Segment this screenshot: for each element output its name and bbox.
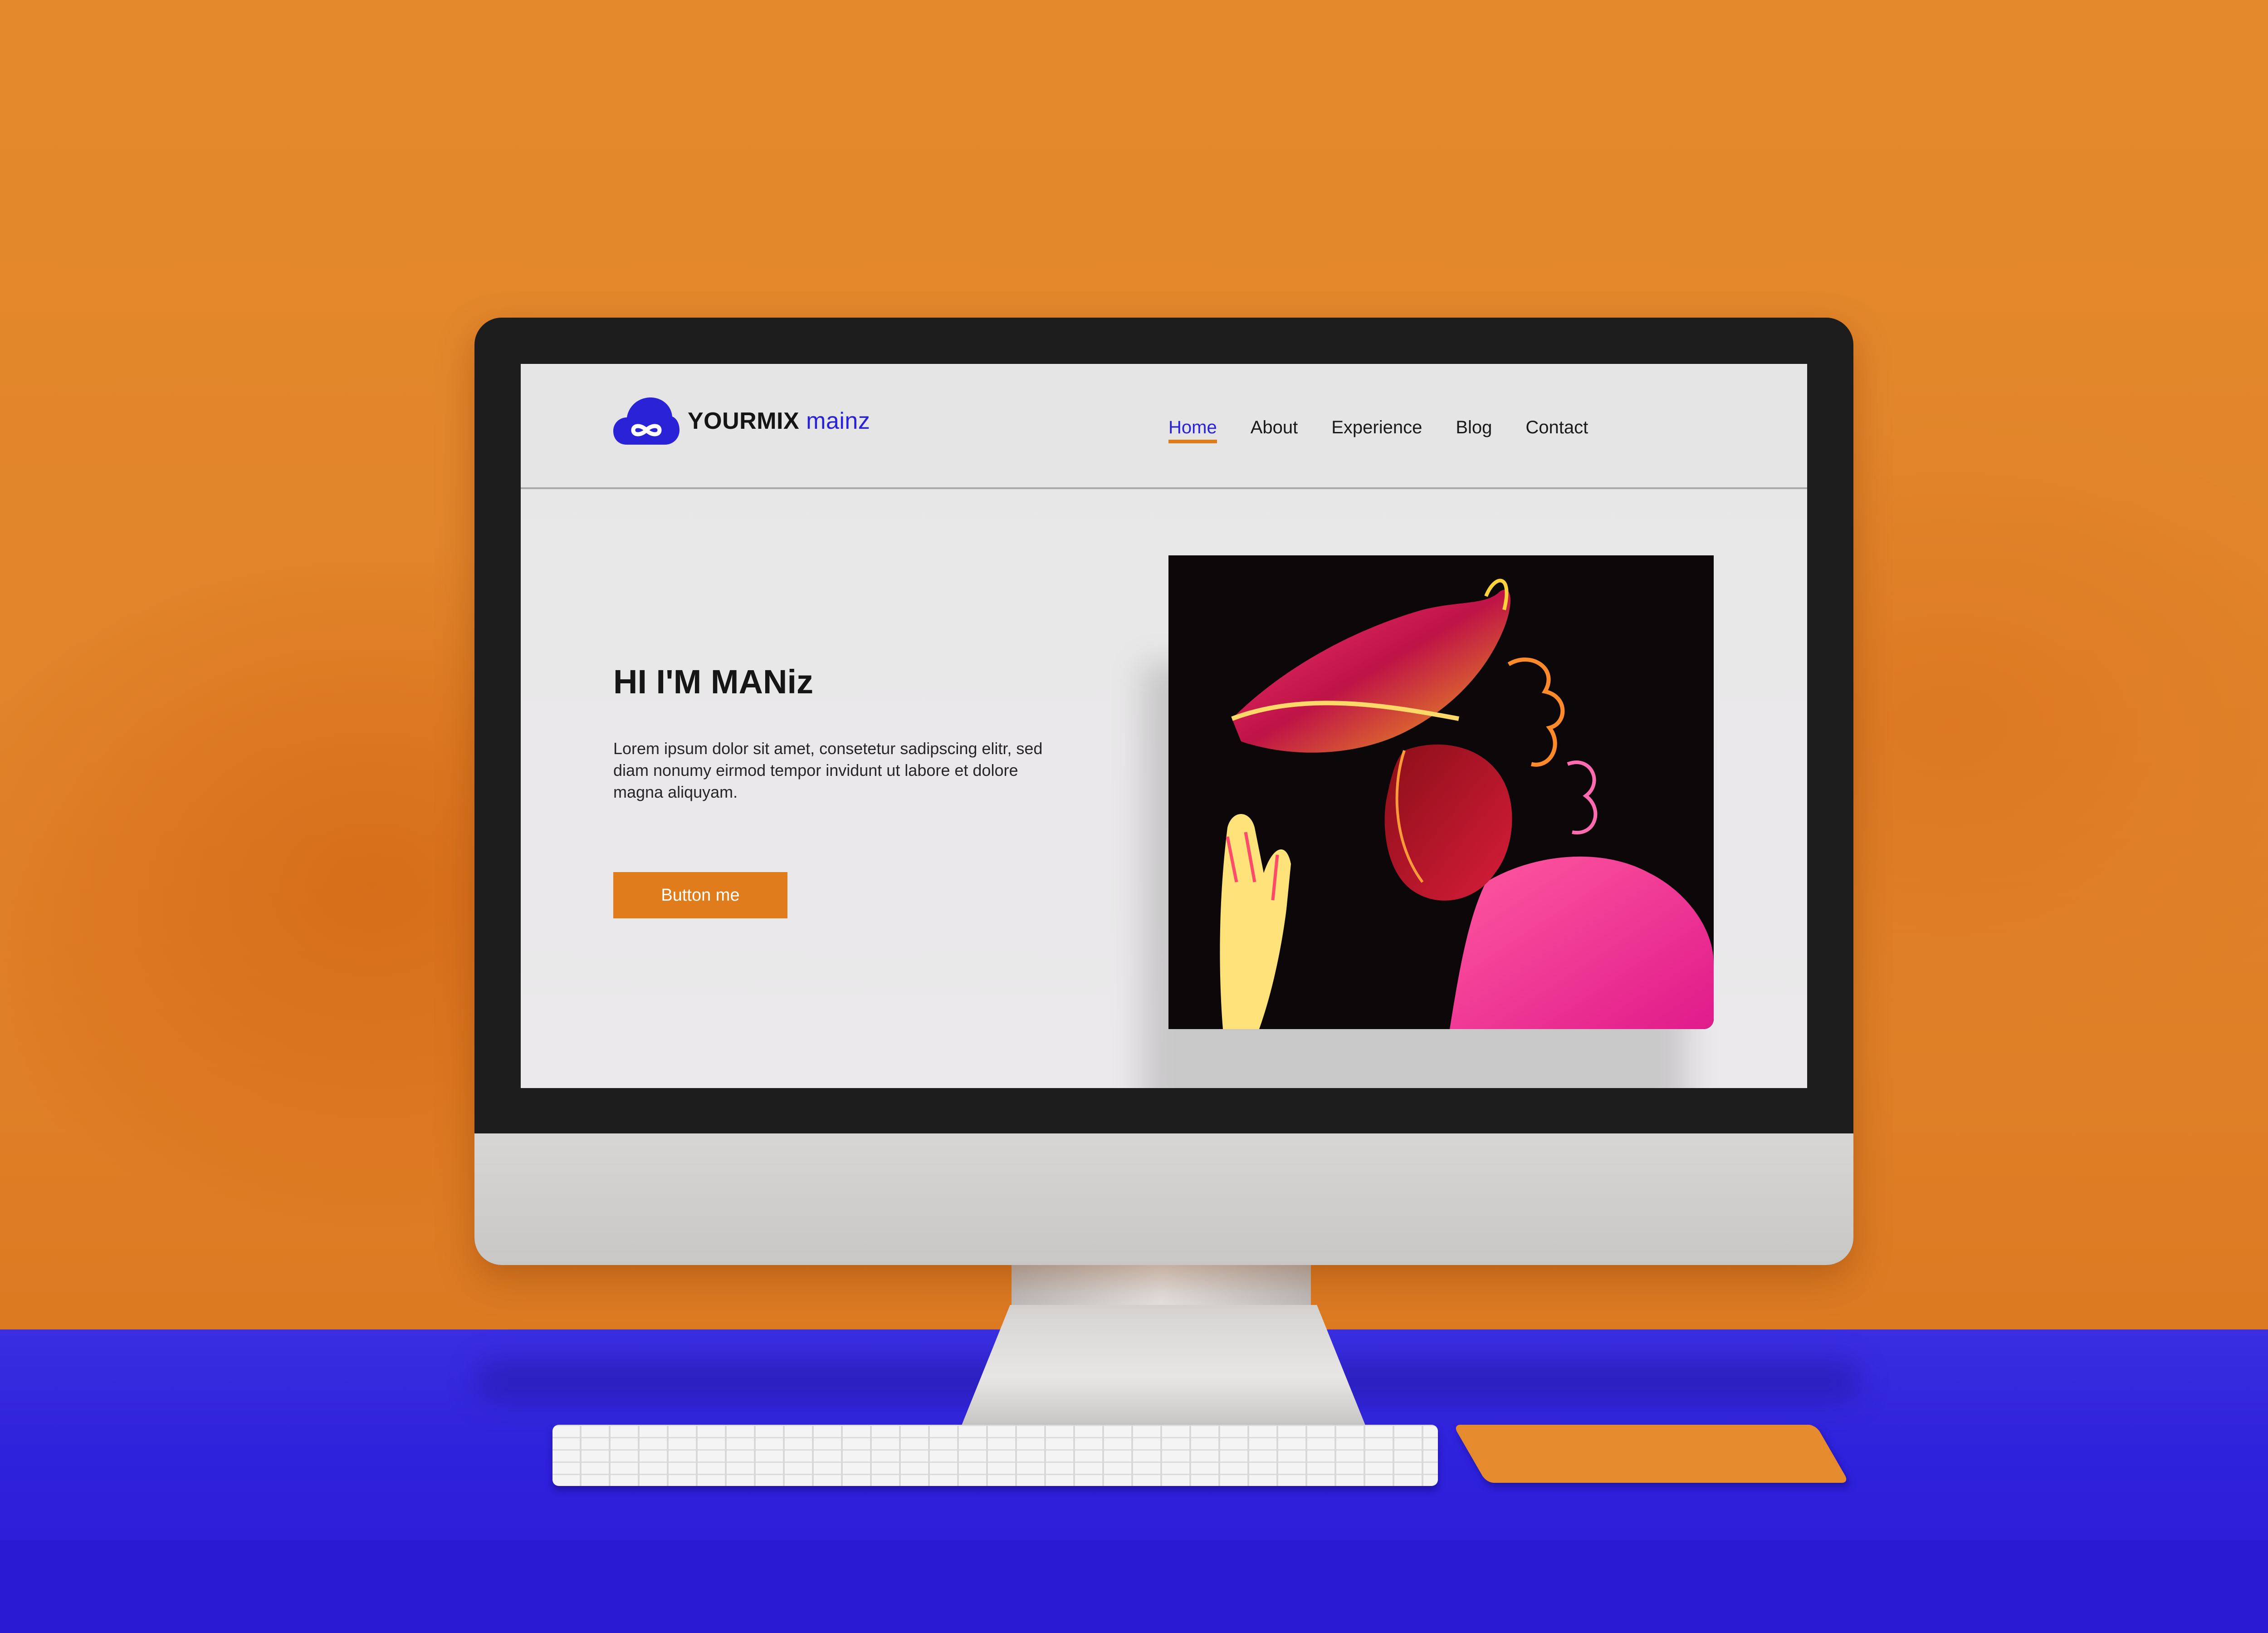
nav-item-contact[interactable]: Contact [1525, 417, 1588, 443]
monitor-stand-neck [1012, 1264, 1311, 1305]
nav-item-home[interactable]: Home [1168, 417, 1217, 443]
hat-portrait-illustration [1168, 555, 1714, 1029]
monitor-stand-foot [962, 1305, 1365, 1425]
hero-title: HI I'M MANiz [613, 663, 814, 701]
hero-image [1168, 555, 1714, 1029]
site-logo[interactable]: YOURMIX mainz [613, 396, 870, 446]
nav-item-blog[interactable]: Blog [1456, 417, 1492, 443]
hero-description: Lorem ipsum dolor sit amet, consetetur s… [613, 739, 1043, 801]
main-nav: Home About Experience Blog Contact [1168, 417, 1622, 443]
nav-item-about[interactable]: About [1251, 417, 1298, 443]
logo-wordmark: YOURMIX mainz [688, 407, 870, 435]
logo-brand: YOURMIX [688, 408, 800, 434]
keyboard [552, 1425, 1438, 1486]
cloud-infinity-icon [613, 397, 679, 445]
site-header: YOURMIX mainz Home About Experience Blog… [521, 364, 1807, 489]
monitor-chin [474, 1133, 1853, 1265]
trackpad [1453, 1425, 1849, 1483]
desk-front-edge [0, 1540, 2268, 1633]
hero-cta-button[interactable]: Button me [613, 872, 787, 918]
logo-brand-accent: mainz [806, 408, 870, 434]
monitor-screen: YOURMIX mainz Home About Experience Blog… [521, 364, 1807, 1088]
nav-item-experience[interactable]: Experience [1331, 417, 1422, 443]
